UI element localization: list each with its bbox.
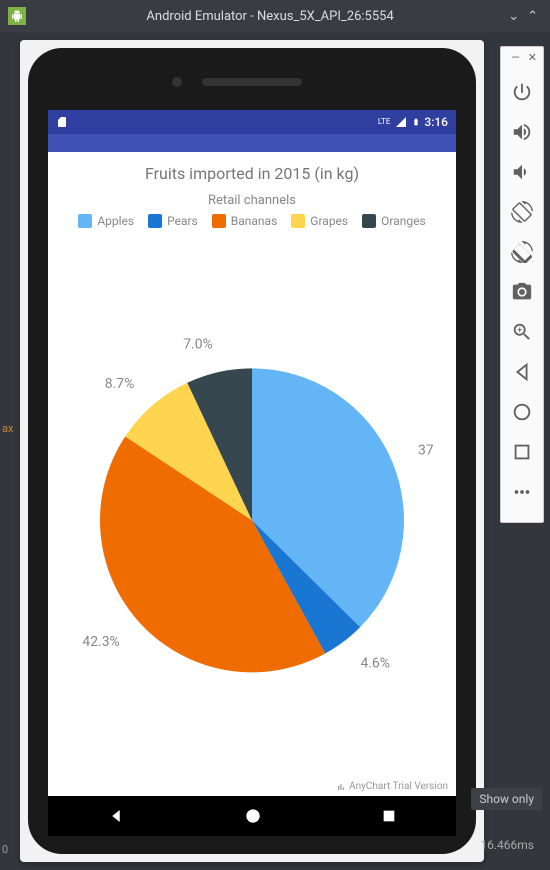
editor-fragment-zero: 0	[2, 843, 8, 856]
legend: Apples Pears Bananas Grapes Oranges	[54, 214, 450, 228]
legend-label: Bananas	[231, 214, 278, 228]
legend-item[interactable]: Apples	[78, 214, 134, 228]
android-nav-bar	[48, 796, 456, 836]
screenshot-button[interactable]	[502, 272, 542, 312]
legend-label: Apples	[97, 214, 134, 228]
zoom-button[interactable]	[502, 312, 542, 352]
legend-label: Grapes	[310, 214, 348, 228]
emulator-side-toolbar: — ✕	[500, 46, 544, 523]
legend-swatch-icon	[291, 214, 305, 228]
android-logo-icon	[8, 7, 26, 25]
chevron-down-icon[interactable]: ⌄	[508, 9, 519, 24]
back-button[interactable]	[502, 352, 542, 392]
minimize-button[interactable]: —	[511, 51, 520, 64]
chevron-up-icon[interactable]: ⌃	[527, 9, 538, 24]
workspace: ax 0 Show only 16.466ms — ✕	[0, 32, 550, 870]
nav-overview-button[interactable]	[381, 808, 397, 824]
legend-label: Pears	[167, 214, 198, 228]
legend-item[interactable]: Grapes	[291, 214, 348, 228]
show-only-button[interactable]: Show only	[471, 788, 542, 810]
app-action-bar	[48, 134, 456, 152]
legend-swatch-icon	[148, 214, 162, 228]
editor-fragment-ax: ax	[2, 422, 13, 435]
emulator-title-bar: Android Emulator - Nexus_5X_API_26:5554 …	[0, 0, 550, 32]
android-status-bar: LTE 3:16	[48, 110, 456, 134]
rotate-right-button[interactable]	[502, 232, 542, 272]
window-controls: — ✕	[501, 51, 543, 64]
camera-icon	[172, 77, 182, 87]
slice-label: 37	[418, 443, 434, 459]
legend-label: Oranges	[381, 214, 426, 228]
chart-watermark: AnyChart Trial Version	[336, 781, 448, 792]
signal-icon	[394, 116, 408, 128]
more-button[interactable]	[502, 472, 542, 512]
pie-wrap: 37 4.6% 42.3% 8.7% 7.0%	[54, 236, 450, 792]
sd-card-icon	[56, 115, 68, 129]
overview-button[interactable]	[502, 432, 542, 472]
close-button[interactable]: ✕	[528, 51, 537, 64]
slice-label: 8.7%	[105, 376, 135, 392]
device-frame: LTE 3:16 Fruits imported in 2015 (in kg)…	[20, 40, 484, 862]
volume-down-button[interactable]	[502, 152, 542, 192]
nav-home-button[interactable]	[243, 806, 263, 826]
chart-title: Fruits imported in 2015 (in kg)	[54, 164, 450, 183]
slice-label: 4.6%	[360, 656, 390, 672]
device-screen: LTE 3:16 Fruits imported in 2015 (in kg)…	[48, 110, 456, 798]
phone-body: LTE 3:16 Fruits imported in 2015 (in kg)…	[28, 48, 476, 854]
slice-label: 7.0%	[183, 336, 213, 352]
network-label: LTE	[378, 118, 391, 126]
volume-up-button[interactable]	[502, 112, 542, 152]
legend-swatch-icon	[362, 214, 376, 228]
battery-icon	[412, 115, 420, 129]
window-title: Android Emulator - Nexus_5X_API_26:5554	[36, 9, 504, 24]
legend-swatch-icon	[212, 214, 226, 228]
speaker-grille	[202, 78, 302, 86]
slice-label: 42.3%	[82, 634, 119, 650]
legend-item[interactable]: Bananas	[212, 214, 278, 228]
rotate-left-button[interactable]	[502, 192, 542, 232]
home-button[interactable]	[502, 392, 542, 432]
legend-swatch-icon	[78, 214, 92, 228]
clock-label: 3:16	[424, 115, 448, 129]
power-button[interactable]	[502, 72, 542, 112]
nav-back-button[interactable]	[107, 807, 125, 825]
legend-title: Retail channels	[54, 193, 450, 208]
legend-item[interactable]: Pears	[148, 214, 198, 228]
chart-container: Fruits imported in 2015 (in kg) Retail c…	[48, 152, 456, 798]
legend-item[interactable]: Oranges	[362, 214, 426, 228]
pie-chart: 37 4.6% 42.3% 8.7% 7.0%	[62, 324, 442, 704]
frame-time-label: 16.466ms	[480, 838, 534, 852]
